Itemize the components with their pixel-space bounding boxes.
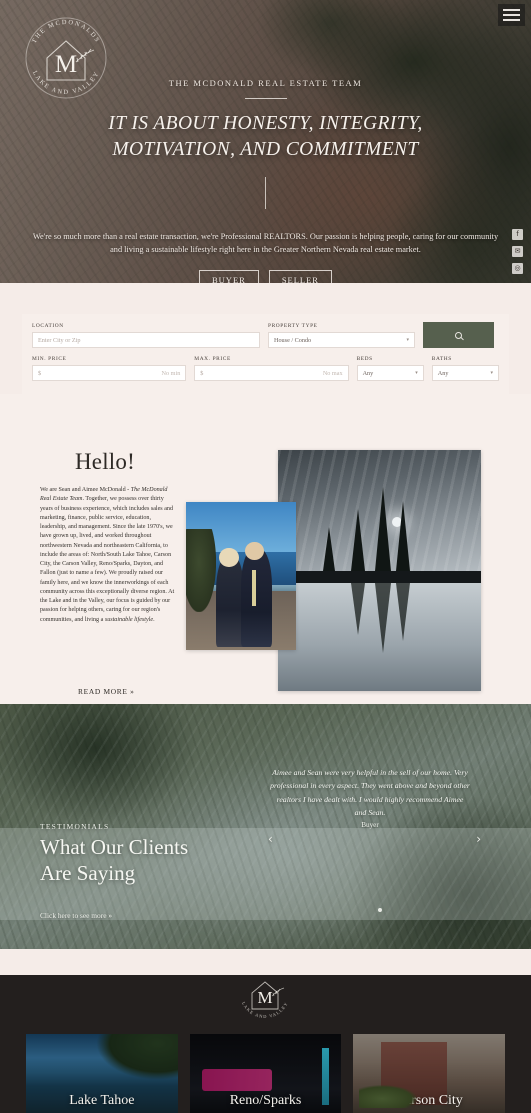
search-input-max-price[interactable]: $ No max bbox=[194, 365, 349, 381]
testimonial-author: Buyer bbox=[361, 820, 379, 829]
property-type-select[interactable]: House / Condo ▾ bbox=[268, 332, 415, 348]
hero-title: IT IS ABOUT HONESTY, INTEGRITY, MOTIVATI… bbox=[0, 111, 531, 163]
lake-photo-shoreline bbox=[278, 570, 481, 583]
carousel-indicator-dot[interactable] bbox=[378, 908, 382, 912]
hero-title-line-2: MOTIVATION, AND COMMITMENT bbox=[112, 139, 419, 161]
portrait-person-sean bbox=[241, 549, 272, 648]
lake-reflection-photo bbox=[278, 450, 481, 691]
city-card-carson-city[interactable]: Carson City bbox=[353, 1034, 506, 1113]
social-links: f ✉ ◎ bbox=[512, 229, 523, 274]
lake-photo-tree bbox=[395, 500, 410, 571]
carousel-prev-button[interactable]: ‹ bbox=[268, 832, 273, 846]
min-price-prefix: $ bbox=[38, 369, 42, 377]
lake-photo-tree bbox=[375, 486, 392, 571]
min-price-field: MIN. PRICE $ No min bbox=[32, 356, 187, 381]
chevron-down-icon: ▾ bbox=[490, 371, 493, 376]
lake-photo-reflection bbox=[351, 582, 366, 635]
city-card-reno-sparks[interactable]: Reno/Sparks bbox=[189, 1034, 342, 1113]
city-cards: Lake Tahoe Reno/Sparks Carson City bbox=[0, 1034, 531, 1113]
portrait-person-sean-head bbox=[245, 541, 265, 560]
about-intro: We are Sean and Aimee McDonald - bbox=[40, 487, 131, 493]
testimonials-heading-line-2: Are Saying bbox=[40, 861, 136, 886]
beds-select[interactable]: Any ▾ bbox=[356, 365, 424, 381]
property-type-field: PROPERTY TYPE House / Condo ▾ bbox=[268, 323, 415, 348]
hero-vertical-divider bbox=[265, 177, 266, 210]
property-search-panel: LOCATION Enter City or Zip PROPERTY TYPE… bbox=[22, 314, 509, 394]
hamburger-line bbox=[503, 9, 520, 11]
buyer-button[interactable]: BUYER bbox=[199, 270, 259, 283]
min-price-placeholder: No min bbox=[161, 369, 181, 377]
baths-select[interactable]: Any ▾ bbox=[431, 365, 499, 381]
max-price-label: MAX. PRICE bbox=[194, 356, 231, 362]
location-label: LOCATION bbox=[32, 323, 64, 329]
testimonial-quote: Aimee and Sean were very helpful in the … bbox=[270, 768, 470, 818]
property-type-value: House / Condo bbox=[274, 336, 312, 344]
beds-label: BEDS bbox=[356, 356, 373, 362]
portrait-tie bbox=[252, 570, 257, 606]
beds-field: BEDS Any ▾ bbox=[356, 356, 424, 381]
testimonials-heading: What Our Clients Are Saying bbox=[40, 834, 188, 887]
about-body-emphasis: sustainable lifestyle bbox=[104, 616, 154, 623]
testimonials-eyebrow: TESTIMONIALS bbox=[40, 822, 110, 831]
testimonials-section: TESTIMONIALS What Our Clients Are Saying… bbox=[0, 704, 531, 949]
hero-paragraph: We're so much more than a real estate tr… bbox=[32, 232, 499, 254]
hamburger-line bbox=[503, 14, 520, 16]
search-input-min-price[interactable]: $ No min bbox=[32, 365, 187, 381]
search-row-secondary: MIN. PRICE $ No min MAX. PRICE $ No max … bbox=[32, 356, 499, 381]
about-heading: Hello! bbox=[75, 449, 135, 474]
location-field: LOCATION Enter City or Zip bbox=[32, 323, 260, 348]
see-more-testimonials-link[interactable]: Click here to see more » bbox=[40, 911, 112, 920]
hamburger-line bbox=[503, 19, 520, 21]
testimonials-heading-line-1: What Our Clients bbox=[40, 835, 189, 859]
about-paragraph: We are Sean and Aimee McDonald - The McD… bbox=[40, 486, 175, 625]
search-row-primary: LOCATION Enter City or Zip PROPERTY TYPE… bbox=[32, 322, 499, 348]
footer-logo[interactable]: M LAKE AND VALLEY bbox=[234, 962, 296, 1024]
svg-text:M: M bbox=[55, 51, 77, 78]
location-placeholder: Enter City or Zip bbox=[38, 336, 81, 344]
svg-text:M: M bbox=[257, 988, 272, 1007]
testimonial-slide: Aimee and Sean were very helpful in the … bbox=[270, 766, 470, 829]
lake-photo-tree bbox=[351, 508, 366, 571]
instagram-icon[interactable]: ◎ bbox=[512, 263, 523, 274]
couple-portrait-photo bbox=[186, 502, 296, 650]
search-icon bbox=[455, 331, 462, 339]
about-body: . Together, we possess over thirty years… bbox=[40, 496, 175, 623]
lake-photo-reflection bbox=[395, 582, 410, 641]
facebook-icon[interactable]: f bbox=[512, 229, 523, 240]
hamburger-menu-icon[interactable] bbox=[498, 4, 525, 26]
hero-title-line-1: IT IS ABOUT HONESTY, INTEGRITY, bbox=[108, 113, 423, 134]
chevron-down-icon: ▾ bbox=[415, 371, 418, 376]
property-type-label: PROPERTY TYPE bbox=[268, 323, 318, 329]
beds-value: Any bbox=[362, 369, 374, 377]
about-body-end: . bbox=[153, 616, 155, 623]
search-submit-button[interactable] bbox=[423, 322, 494, 348]
baths-label: BATHS bbox=[431, 356, 452, 362]
chevron-down-icon: ▾ bbox=[406, 338, 409, 343]
max-price-placeholder: No max bbox=[322, 369, 343, 377]
page-root: THE MCDONALD REAL ESTATE TEAM IT IS ABOU… bbox=[0, 0, 531, 1113]
min-price-label: MIN. PRICE bbox=[32, 356, 67, 362]
city-card-label: Lake Tahoe bbox=[69, 1093, 135, 1108]
city-card-label: Reno/Sparks bbox=[229, 1093, 302, 1108]
portrait-person-aimee bbox=[215, 555, 245, 648]
carousel-next-button[interactable]: › bbox=[476, 832, 481, 846]
baths-value: Any bbox=[437, 369, 449, 377]
max-price-field: MAX. PRICE $ No max bbox=[194, 356, 349, 381]
lake-photo-reflection bbox=[375, 582, 392, 653]
city-card-label: Carson City bbox=[395, 1093, 463, 1108]
site-logo[interactable]: M THE MCDONALDS LAKE AND VALLEY bbox=[14, 6, 118, 110]
seller-button[interactable]: SELLER bbox=[268, 270, 332, 283]
portrait-person-aimee-head bbox=[219, 547, 239, 568]
city-card-lake-tahoe[interactable]: Lake Tahoe bbox=[26, 1034, 178, 1113]
hero-cta-group: BUYER SELLER bbox=[0, 270, 531, 283]
email-icon[interactable]: ✉ bbox=[512, 246, 523, 257]
hero-divider bbox=[244, 98, 287, 99]
lake-photo-tree bbox=[322, 526, 335, 571]
baths-field: BATHS Any ▾ bbox=[431, 356, 499, 381]
max-price-prefix: $ bbox=[200, 369, 204, 377]
search-input-location[interactable]: Enter City or Zip bbox=[32, 332, 260, 348]
read-more-link[interactable]: READ MORE » bbox=[78, 687, 135, 696]
portrait-tree bbox=[186, 528, 216, 612]
